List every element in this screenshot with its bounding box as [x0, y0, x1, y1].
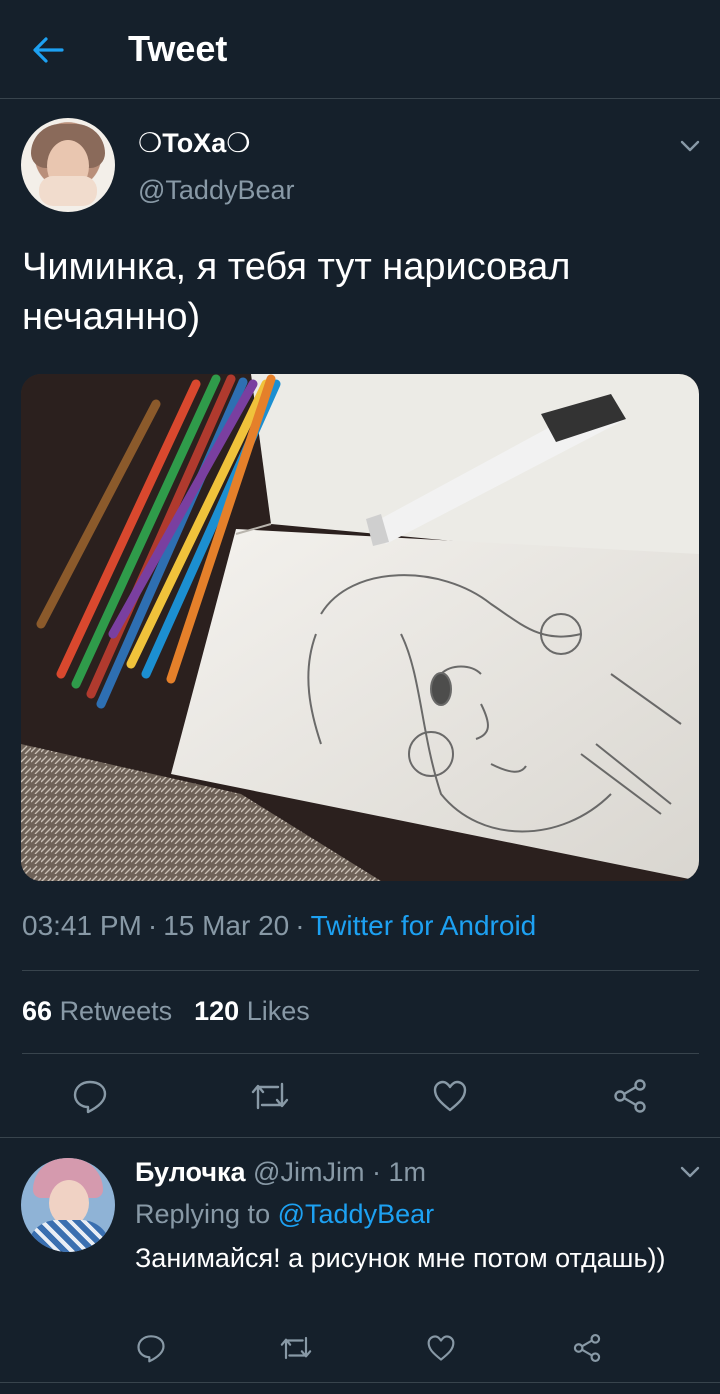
- tweet-source-link[interactable]: Twitter for Android: [311, 910, 537, 941]
- arrow-left-icon: [33, 37, 64, 63]
- divider: [0, 1382, 720, 1383]
- replying-to-mention[interactable]: @TaddyBear: [278, 1199, 435, 1229]
- divider: [22, 970, 699, 971]
- retweet-button[interactable]: [250, 1076, 290, 1116]
- share-icon: [573, 1334, 601, 1362]
- tweet-detail-screen: Tweet ❍ToXa❍ @TaddyBear Чиминка, я тебя …: [0, 0, 720, 1394]
- divider: [22, 1053, 699, 1054]
- top-bar: Tweet: [0, 0, 720, 99]
- retweets-count: 66: [22, 996, 53, 1026]
- author-name[interactable]: ❍ToXa❍: [138, 128, 250, 159]
- replying-to-line: Replying to @TaddyBear: [135, 1199, 434, 1230]
- tweet-meta: 03:41 PM · 15 Mar 20 · Twitter for Android: [22, 910, 537, 941]
- reply-share-button[interactable]: [567, 1328, 607, 1368]
- like-button[interactable]: [430, 1076, 470, 1116]
- page-title: Tweet: [128, 28, 228, 69]
- retweets-label: Retweets: [59, 996, 173, 1026]
- chevron-down-icon: [680, 140, 700, 152]
- retweets-stat[interactable]: 66 Retweets: [22, 996, 172, 1026]
- heart-icon: [427, 1335, 455, 1361]
- reply-author-avatar[interactable]: [21, 1158, 115, 1252]
- tweet-media-image[interactable]: [21, 374, 699, 881]
- reply-button[interactable]: [70, 1076, 110, 1116]
- likes-stat[interactable]: 120 Likes: [194, 996, 310, 1026]
- reply-like-button[interactable]: [421, 1328, 461, 1368]
- author-handle[interactable]: @TaddyBear: [138, 175, 295, 206]
- likes-label: Likes: [246, 996, 310, 1026]
- likes-count: 120: [194, 996, 240, 1026]
- tweet-stats: 66 Retweets 120 Likes: [22, 996, 310, 1027]
- reply-reply-button[interactable]: [131, 1328, 171, 1368]
- reply-retweet-button[interactable]: [276, 1328, 316, 1368]
- retweet-icon: [251, 1082, 289, 1110]
- sketch-photo: [21, 374, 699, 881]
- heart-icon: [433, 1080, 467, 1112]
- tweet-date: 15 Mar 20: [163, 910, 290, 941]
- tweet-time: 03:41 PM: [22, 910, 142, 941]
- replying-to-label: Replying to: [135, 1199, 271, 1229]
- tweet-menu-button[interactable]: [678, 134, 702, 158]
- back-button[interactable]: [28, 32, 68, 68]
- reply-age: 1m: [388, 1157, 426, 1187]
- comment-icon: [73, 1080, 107, 1114]
- divider: [0, 1137, 720, 1138]
- retweet-icon: [280, 1336, 312, 1360]
- share-icon: [614, 1079, 646, 1113]
- reply-author-handle[interactable]: @JimJim: [253, 1157, 364, 1187]
- reply-text: Занимайся! а рисунок мне потом отдашь)): [135, 1243, 666, 1273]
- chevron-down-icon: [680, 1166, 700, 1178]
- reply-menu-button[interactable]: [678, 1160, 702, 1184]
- author-avatar[interactable]: [21, 118, 115, 212]
- tweet-text: Чиминка, я тебя тут нарисовал нечаянно): [22, 246, 571, 338]
- comment-icon: [137, 1335, 165, 1363]
- reply-author-name[interactable]: Булочка: [135, 1157, 246, 1187]
- reply-header: Булочка @JimJim · 1m: [135, 1157, 426, 1187]
- share-button[interactable]: [610, 1076, 650, 1116]
